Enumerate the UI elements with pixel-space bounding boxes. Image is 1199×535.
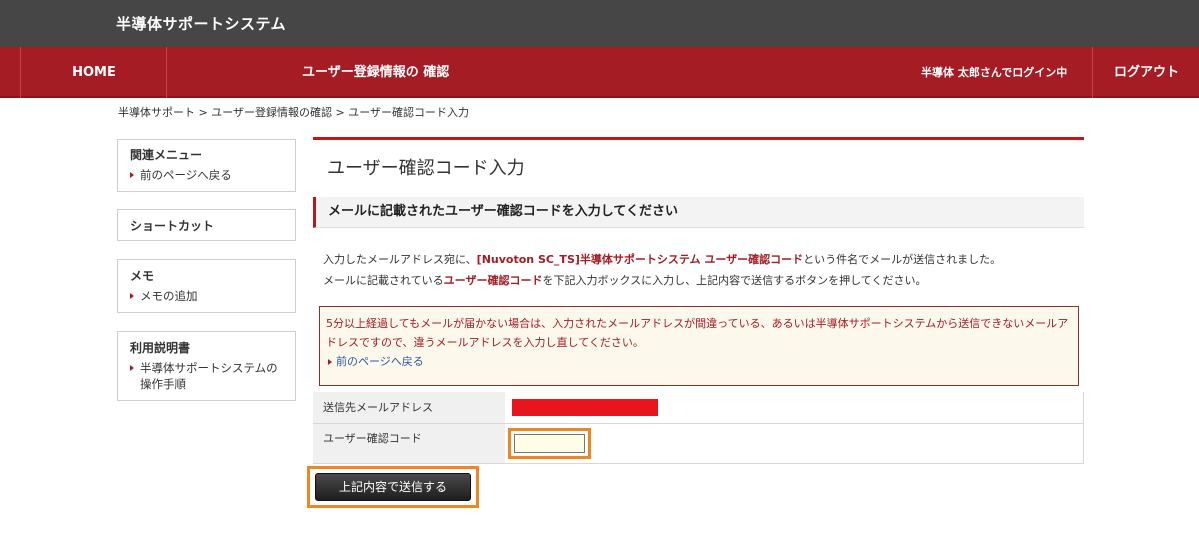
- arrow-right-icon: [130, 365, 134, 371]
- submit-button[interactable]: 上記内容で送信する: [315, 473, 471, 501]
- sidebar-add-memo-link[interactable]: メモの追加: [130, 288, 295, 304]
- email-label: 送信先メールアドレス: [313, 392, 505, 424]
- breadcrumb-separator: >: [198, 106, 208, 119]
- code-value-cell: [505, 423, 1084, 464]
- page-title: ユーザー確認コード入力: [327, 158, 525, 179]
- breadcrumb: 半導体サポート > ユーザー登録情報の確認 > ユーザー確認コード入力: [118, 104, 469, 120]
- sidebar-shortcut-title: ショートカット: [130, 219, 215, 233]
- table-row: ユーザー確認コード: [313, 423, 1084, 464]
- main-nav: HOME ユーザー登録情報の 確認 半導体 太郎さんでログイン中 ログアウト: [0, 47, 1199, 98]
- email-subject-emphasis: [Nuvoton SC_TS]半導体サポートシステム ユーザー確認コード: [476, 253, 804, 266]
- code-emphasis: ユーザー確認コード: [443, 274, 543, 287]
- arrow-right-icon: [328, 359, 332, 365]
- sidebar-manual-link[interactable]: 半導体サポートシステムの操作手順: [130, 360, 280, 392]
- nav-separator: [166, 47, 167, 98]
- logout-button[interactable]: ログアウト: [1094, 47, 1199, 98]
- sidebar-add-memo-label: メモの追加: [140, 289, 198, 303]
- breadcrumb-separator: >: [335, 106, 345, 119]
- email-value-cell: [505, 392, 1084, 424]
- sidebar-back-label: 前のページへ戻る: [140, 168, 232, 182]
- breadcrumb-item-top[interactable]: 半導体サポート: [118, 106, 195, 119]
- top-header: 半導体サポートシステム: [0, 0, 1199, 47]
- instruction-text: 入力したメールアドレス宛に、: [323, 253, 477, 266]
- instruction-text: を下記入力ボックスに入力し、上記内容で送信するボタンを押してください。: [542, 274, 927, 287]
- arrow-right-icon: [130, 293, 134, 299]
- sidebar-manual-title: 利用説明書: [130, 341, 191, 355]
- confirmation-form-table: 送信先メールアドレス ユーザー確認コード: [313, 392, 1084, 464]
- sidebar-back-link[interactable]: 前のページへ戻る: [130, 167, 295, 183]
- login-status: 半導体 太郎さんでログイン中: [921, 66, 1068, 79]
- nav-separator: [1092, 47, 1093, 98]
- table-row: 送信先メールアドレス: [313, 392, 1084, 424]
- title-top-rule: [313, 137, 1084, 140]
- breadcrumb-item-current: ユーザー確認コード入力: [348, 106, 469, 119]
- nav-separator: [20, 47, 21, 98]
- sidebar-manual: 利用説明書 半導体サポートシステムの操作手順: [117, 331, 296, 401]
- warning-back-link[interactable]: 前のページへ戻る: [326, 352, 1072, 371]
- nav-home-link[interactable]: HOME: [22, 47, 166, 98]
- sidebar-related-title: 関連メニュー: [130, 148, 203, 162]
- sidebar-manual-label: 半導体サポートシステムの操作手順: [140, 361, 278, 391]
- warning-box: 5分以上経過してもメールが届かない場合は、入力されたメールアドレスが間違っている…: [319, 306, 1079, 386]
- instruction-line-2: メールに記載されているユーザー確認コードを下記入力ボックスに入力し、上記内容で送…: [323, 272, 926, 288]
- sidebar-shortcut: ショートカット: [117, 209, 296, 241]
- instruction-text: という件名でメールが送信されました。: [803, 253, 1002, 266]
- sidebar-memo-title: メモ: [130, 269, 155, 283]
- warning-text-1: 5分以上経過してもメールが届かない場合は、入力されたメールアドレスが間違っている…: [326, 317, 1069, 330]
- instruction-line-1: 入力したメールアドレス宛に、[Nuvoton SC_TS]半導体サポートシステム…: [323, 251, 1001, 267]
- arrow-right-icon: [130, 172, 134, 178]
- breadcrumb-item-user-info[interactable]: ユーザー登録情報の確認: [211, 106, 332, 119]
- instruction-text: メールに記載されている: [323, 274, 444, 287]
- sidebar-related-menu: 関連メニュー 前のページへ戻る: [117, 139, 296, 192]
- section-heading: メールに記載されたユーザー確認コードを入力してください: [313, 197, 1084, 228]
- submit-highlight: 上記内容で送信する: [307, 466, 479, 508]
- warning-text-2: ドレスですので、違うメールアドレスを入力し直してください。: [326, 336, 644, 349]
- warning-back-label: 前のページへ戻る: [336, 355, 424, 368]
- verification-code-input[interactable]: [514, 433, 585, 453]
- code-label: ユーザー確認コード: [313, 423, 505, 464]
- code-input-highlight: [508, 427, 591, 459]
- site-title: 半導体サポートシステム: [116, 15, 287, 33]
- sidebar-memo: メモ メモの追加: [117, 259, 296, 313]
- nav-current-page: ユーザー登録情報の 確認: [302, 65, 450, 80]
- redacted-email: [512, 398, 658, 416]
